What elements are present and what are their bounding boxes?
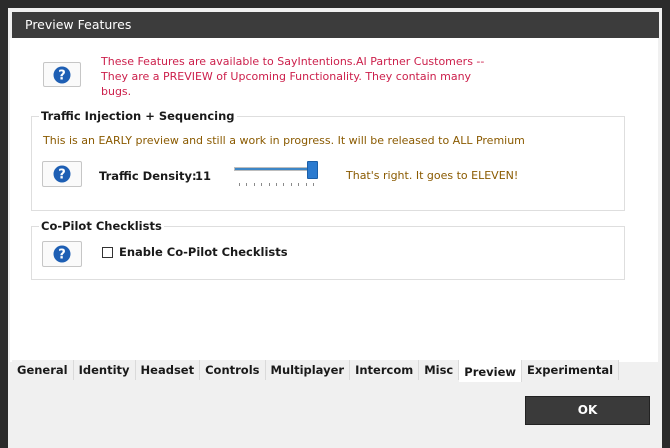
- tab-general[interactable]: General: [12, 360, 74, 380]
- slider-tick: [253, 183, 255, 186]
- slider-tick: [268, 183, 270, 186]
- tab-intercom[interactable]: Intercom: [350, 360, 420, 380]
- tab-multiplayer[interactable]: Multiplayer: [265, 360, 351, 380]
- slider-fill: [235, 168, 308, 170]
- window-title: Preview Features: [12, 12, 659, 38]
- svg-text:?: ?: [58, 68, 66, 83]
- copilot-group: Co-Pilot Checklists ? Enable Co-Pilot Ch…: [31, 219, 625, 280]
- copilot-checkbox-label: Enable Co-Pilot Checklists: [119, 245, 288, 259]
- traffic-density-label: Traffic Density:: [99, 169, 197, 183]
- slider-tick: [298, 183, 300, 186]
- traffic-density-value: 11: [195, 169, 212, 183]
- preview-panel: ? These Features are available to SayInt…: [10, 38, 658, 362]
- slider-tick: [239, 183, 240, 186]
- settings-tabs: General Identity Headset Controls Multiplaye…: [12, 360, 620, 382]
- slider-thumb[interactable]: [307, 161, 318, 179]
- copilot-group-title: Co-Pilot Checklists: [39, 219, 164, 233]
- early-preview-notice: This is an EARLY preview and still a wor…: [43, 134, 525, 147]
- traffic-group-title: Traffic Injection + Sequencing: [39, 109, 237, 123]
- tab-preview[interactable]: Preview: [459, 360, 523, 382]
- traffic-density-slider[interactable]: [234, 161, 324, 191]
- tab-misc[interactable]: Misc: [419, 360, 460, 380]
- question-circle-icon: ?: [53, 165, 71, 183]
- slider-tick: [261, 183, 263, 186]
- intro-help-button[interactable]: ?: [43, 62, 81, 87]
- slider-tick: [276, 183, 277, 186]
- slider-tick: [313, 183, 314, 186]
- tab-identity[interactable]: Identity: [73, 360, 136, 380]
- copilot-help-button[interactable]: ?: [42, 241, 82, 267]
- slider-tick: [305, 183, 307, 186]
- eleven-note: That's right. It goes to ELEVEN!: [346, 169, 519, 182]
- ok-button[interactable]: OK: [525, 396, 650, 425]
- intro-notice: These Features are available to SayInten…: [101, 55, 485, 98]
- preview-features-window: Preview Features ? These Features are av…: [8, 8, 662, 448]
- svg-text:?: ?: [58, 248, 66, 263]
- tab-headset[interactable]: Headset: [135, 360, 201, 380]
- tab-controls[interactable]: Controls: [200, 360, 266, 380]
- question-circle-icon: ?: [53, 66, 71, 83]
- copilot-checkbox[interactable]: [102, 246, 113, 258]
- slider-tick: [283, 183, 285, 186]
- question-circle-icon: ?: [53, 245, 71, 263]
- traffic-group: Traffic Injection + Sequencing This is a…: [31, 109, 625, 211]
- copilot-checklist-toggle[interactable]: Enable Co-Pilot Checklists: [102, 245, 288, 259]
- slider-tick: [246, 183, 248, 186]
- svg-text:?: ?: [58, 168, 66, 183]
- traffic-help-button[interactable]: ?: [42, 161, 82, 187]
- slider-tick: [290, 183, 292, 186]
- tab-experimental[interactable]: Experimental: [522, 360, 620, 380]
